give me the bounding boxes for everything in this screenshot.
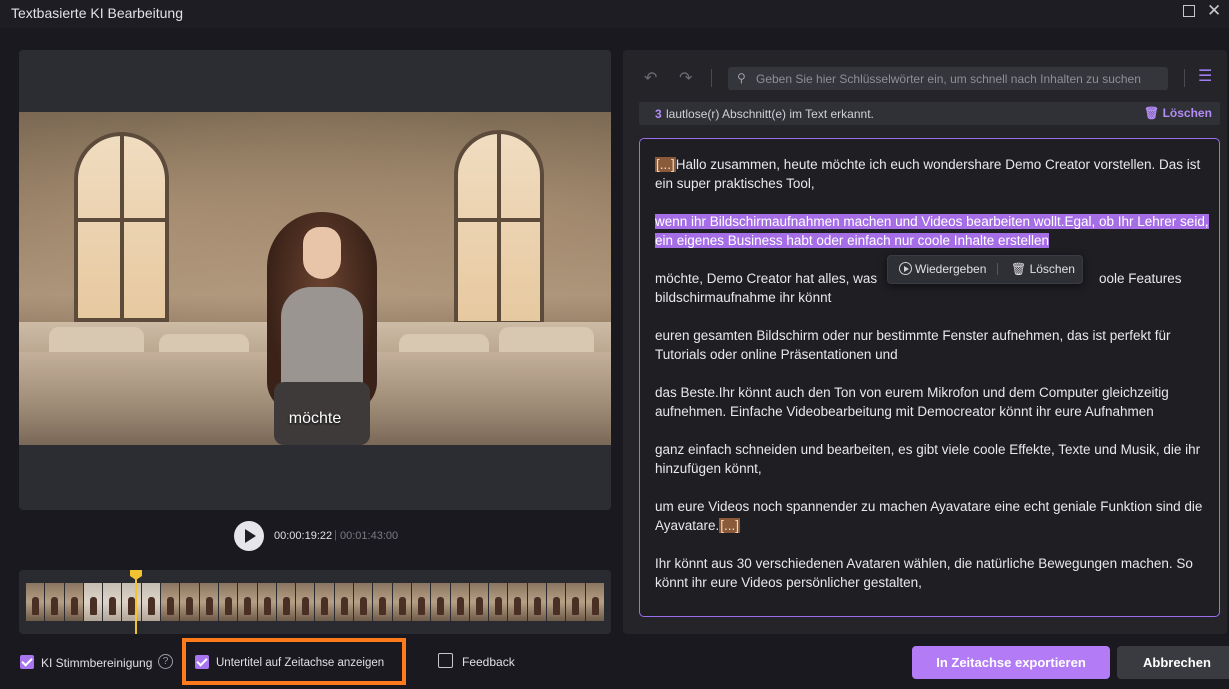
transcript-paragraph[interactable]: [...]Hallo zusammen, heute möchte ich eu… xyxy=(655,155,1210,193)
redo-icon[interactable]: ↷ xyxy=(679,68,692,88)
subtitle-timeline-checkbox[interactable] xyxy=(195,655,209,669)
voice-clean-checkbox[interactable] xyxy=(20,655,34,669)
silence-tag[interactable]: [...] xyxy=(655,157,676,172)
delete-selection-button[interactable]: 🗑 Löschen xyxy=(1011,262,1075,276)
filter-clear-icon[interactable]: ☰ xyxy=(1198,66,1212,86)
transcript-editor[interactable] xyxy=(639,138,1220,617)
delete-silence-button[interactable]: 🗑 Löschen xyxy=(1144,106,1212,120)
video-preview-panel: möchte xyxy=(19,50,611,510)
feedback-button[interactable]: Feedback xyxy=(462,655,515,669)
toolbar-divider xyxy=(1184,69,1185,87)
search-icon: ⚲ xyxy=(737,71,746,85)
transcript-paragraph[interactable]: Ihr könnt aus 30 verschiedenen Avataren … xyxy=(655,554,1210,592)
maximize-icon[interactable] xyxy=(1183,5,1195,17)
title-bar: Textbasierte KI Bearbeitung ✕ xyxy=(0,0,1229,28)
background-window xyxy=(454,130,544,325)
undo-icon[interactable]: ↶ xyxy=(644,68,657,88)
current-time: 00:00:19:22 xyxy=(274,530,333,542)
transcript-paragraph[interactable]: um eure Videos noch spannender zu machen… xyxy=(655,497,1210,535)
transcript-paragraph[interactable]: wenn ihr Bildschirmaufnahmen machen und … xyxy=(655,212,1210,250)
selected-text[interactable]: wenn ihr Bildschirmaufnahmen machen und … xyxy=(655,214,1209,248)
video-subtitle: möchte xyxy=(288,410,342,427)
subtitle-timeline-label: Untertitel auf Zeitachse anzeigen xyxy=(216,657,385,669)
cancel-button[interactable]: Abbrechen xyxy=(1117,646,1229,679)
playhead[interactable] xyxy=(135,572,137,634)
total-time: 00:01:43:00 xyxy=(340,530,399,542)
voice-clean-label: KI Stimmbereinigung xyxy=(41,656,153,670)
close-icon[interactable]: ✕ xyxy=(1207,1,1221,21)
trash-icon: 🗑 xyxy=(1144,106,1163,120)
video-frame[interactable]: möchte xyxy=(19,112,611,445)
transcript-paragraph[interactable]: euren gesamten Bildschirm oder nur besti… xyxy=(655,326,1210,364)
play-selection-button[interactable]: Wiedergeben xyxy=(899,262,986,276)
silence-count: 3 xyxy=(655,107,662,121)
silence-tag[interactable]: [...] xyxy=(719,518,741,533)
play-icon xyxy=(899,262,912,275)
search-input[interactable] xyxy=(756,67,1161,90)
toolbar-divider xyxy=(711,69,712,87)
help-icon[interactable]: ? xyxy=(158,654,173,669)
transcript-paragraph[interactable]: ganz einfach schneiden und bearbeiten, e… xyxy=(655,440,1210,478)
silence-text: lautlose(r) Abschnitt(e) im Text erkannt… xyxy=(666,107,874,121)
transcript-paragraph[interactable]: das Beste.Ihr könnt auch den Ton von eur… xyxy=(655,383,1210,421)
trash-icon: 🗑 xyxy=(1011,262,1030,276)
background-window xyxy=(74,132,169,322)
window-title: Textbasierte KI Bearbeitung xyxy=(11,5,183,21)
export-timeline-button[interactable]: In Zeitachse exportieren xyxy=(912,646,1110,679)
filmstrip[interactable] xyxy=(26,583,606,621)
feedback-icon[interactable] xyxy=(438,653,453,668)
play-button[interactable] xyxy=(234,521,264,551)
popup-divider xyxy=(997,263,998,275)
time-separator: | xyxy=(334,529,337,541)
